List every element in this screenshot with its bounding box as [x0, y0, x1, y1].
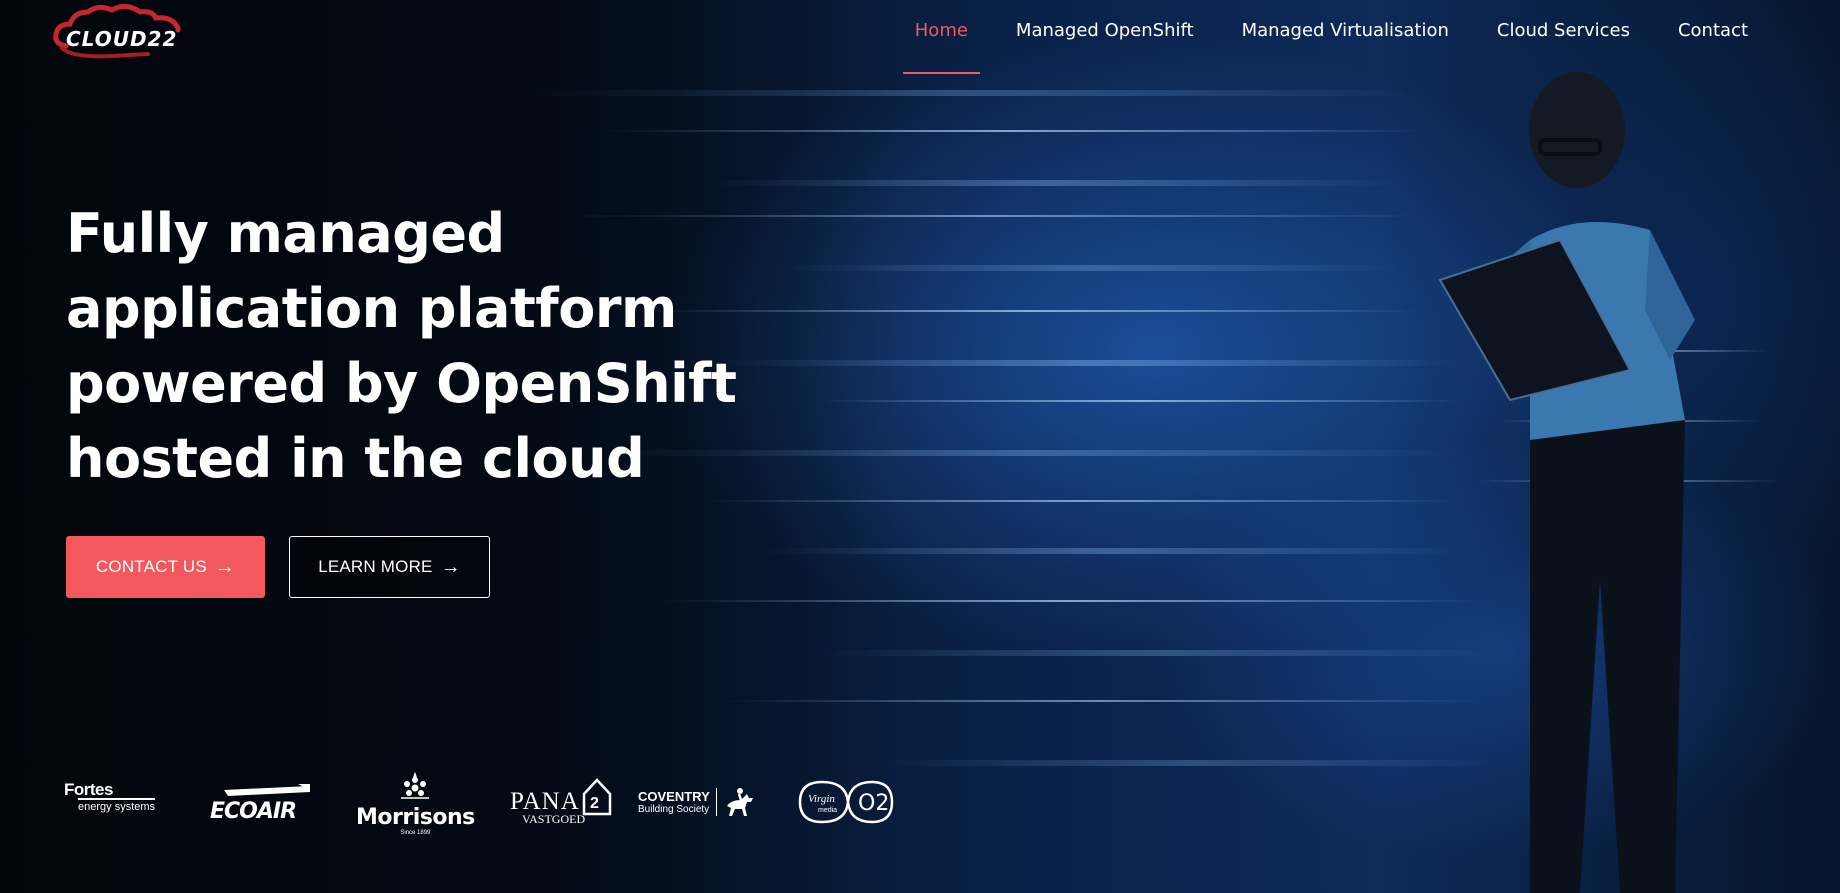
virgin-media-o2-logo: Virgin media O2	[798, 780, 894, 824]
headline-line: Fully managed	[66, 202, 505, 265]
headline-line: hosted in the cloud	[66, 427, 645, 490]
ecoair-logo: ECOAIR	[210, 784, 310, 822]
fortes-logo: Fortes energy systems	[64, 780, 156, 813]
nav-contact[interactable]: Contact	[1666, 0, 1760, 74]
svg-text:2: 2	[590, 795, 599, 812]
svg-text:CLOUD22: CLOUD22	[66, 27, 177, 51]
headline-line: powered by OpenShift	[66, 352, 737, 415]
nav-managed-openshift[interactable]: Managed OpenShift	[1004, 0, 1206, 74]
cloud22-logo[interactable]: CLOUD22	[52, 4, 202, 60]
nav-cloud-services[interactable]: Cloud Services	[1485, 0, 1642, 74]
morrisons-logo: Morrisons Since 1899	[356, 771, 475, 836]
contact-us-label: CONTACT US	[95, 557, 207, 576]
hero-headline: Fully managed application platform power…	[66, 196, 766, 496]
svg-text:ECOAIR: ECOAIR	[210, 799, 296, 822]
svg-text:media: media	[818, 807, 837, 814]
nav-home[interactable]: Home	[902, 0, 981, 74]
person-with-laptop-image	[1438, 72, 1695, 893]
arrow-right-icon: →	[440, 556, 461, 578]
svg-text:Virgin: Virgin	[808, 793, 835, 805]
nav-managed-virtualisation[interactable]: Managed Virtualisation	[1230, 0, 1461, 74]
learn-more-button[interactable]: LEARN MORE →	[289, 536, 490, 598]
pana-house-icon: 2	[582, 778, 612, 816]
pana-vastgoed-logo: PANA 2 VASTGOED	[510, 776, 612, 827]
morrisons-flower-icon	[401, 771, 430, 799]
arrow-right-icon: →	[214, 556, 236, 578]
headline-line: application platform	[66, 277, 677, 340]
contact-us-button[interactable]: CONTACT US →	[66, 536, 265, 598]
horse-rider-icon	[726, 788, 753, 816]
svg-text:O2: O2	[858, 791, 889, 816]
main-nav: Home Managed OpenShift Managed Virtualis…	[879, 0, 1760, 74]
learn-more-label: LEARN MORE	[318, 557, 433, 576]
coventry-building-society-logo: COVENTRY Building Society	[638, 786, 757, 818]
